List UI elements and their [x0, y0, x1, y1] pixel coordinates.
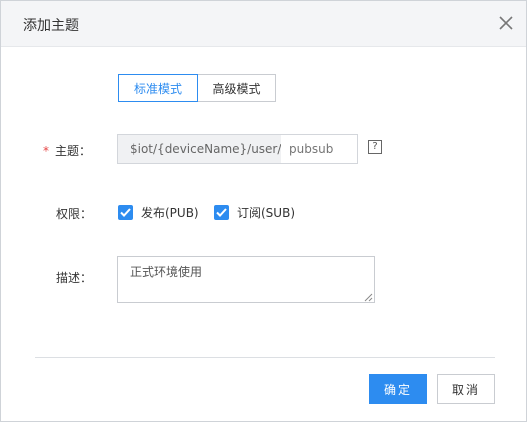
topic-label-text: 主题： [55, 144, 92, 158]
confirm-button[interactable]: 确定 [369, 374, 427, 404]
add-topic-dialog: 添加主题 标准模式 高级模式 * 主题： $iot/{deviceName}/us… [0, 0, 527, 422]
required-mark: * [43, 144, 49, 158]
topic-prefix: $iot/{deviceName}/user/ [117, 134, 281, 164]
advanced-mode-button[interactable]: 高级模式 [198, 74, 276, 102]
question-icon[interactable]: ? [368, 140, 382, 154]
cancel-button[interactable]: 取消 [437, 374, 495, 404]
sub-checkbox-label: 订阅(SUB) [237, 206, 295, 220]
standard-mode-button[interactable]: 标准模式 [118, 74, 198, 102]
checkbox-checked-icon [118, 205, 133, 220]
description-textarea[interactable]: 正式环境使用 [117, 256, 375, 303]
dialog-header: 添加主题 [1, 1, 526, 47]
topic-label: * 主题： [43, 142, 91, 159]
mode-toggle: 标准模式 高级模式 [118, 74, 276, 102]
footer-divider [35, 357, 495, 358]
permission-label: 权限： [56, 207, 93, 221]
pub-checkbox-label: 发布(PUB) [141, 206, 199, 220]
description-label: 描述： [56, 271, 93, 285]
sub-checkbox[interactable]: 订阅(SUB) [214, 204, 295, 221]
checkbox-checked-icon [214, 205, 229, 220]
close-icon[interactable] [498, 15, 514, 31]
dialog-title: 添加主题 [23, 18, 79, 34]
topic-input[interactable] [281, 134, 358, 164]
pub-checkbox[interactable]: 发布(PUB) [118, 204, 199, 221]
